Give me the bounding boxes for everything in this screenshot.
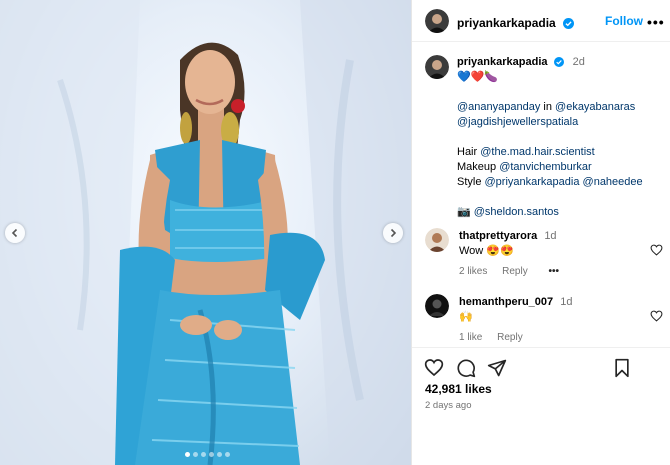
verified-badge-icon: [563, 18, 575, 29]
bookmark-icon[interactable]: [613, 358, 631, 378]
comment-icon[interactable]: [456, 358, 476, 378]
carousel-indicator: [185, 452, 230, 457]
camera-emoji: 📷: [457, 206, 474, 218]
author-username[interactable]: priyankarkapadia: [457, 16, 556, 30]
likes-count[interactable]: 42,981 likes: [425, 382, 492, 396]
mention-link[interactable]: @jagdishjewellerspatiala: [457, 116, 578, 128]
caption-emojis: 💙❤️🍆: [457, 71, 499, 83]
author-avatar[interactable]: [425, 9, 449, 33]
comment-likes-count[interactable]: 1 like: [459, 332, 482, 343]
mention-link[interactable]: @the.mad.hair.scientist: [480, 146, 595, 158]
caption-avatar[interactable]: [425, 55, 449, 79]
commenter-avatar[interactable]: [425, 228, 449, 252]
carousel-prev-button[interactable]: [5, 223, 25, 243]
post-photo: [0, 0, 411, 465]
post-caption: priyankarkapadia 2d 💙❤️🍆 @ananyapanday i…: [457, 55, 663, 220]
send-icon[interactable]: [487, 358, 507, 378]
mention-link[interactable]: @ananyapanday: [457, 101, 540, 113]
carousel-next-button[interactable]: [383, 223, 403, 243]
carousel-dot: [217, 452, 222, 457]
mention-link[interactable]: @priyankarkapadia: [485, 176, 580, 188]
comment-text: 🙌: [459, 311, 473, 323]
comment-text: Wow 😍😍: [459, 245, 514, 257]
comment-like-icon[interactable]: [650, 310, 663, 322]
post-image-area[interactable]: [0, 0, 411, 465]
chevron-right-icon: [390, 228, 397, 238]
caption-text: in: [540, 101, 556, 113]
carousel-dot: [209, 452, 214, 457]
caption-text: Makeup: [457, 161, 500, 173]
caption-text: Hair: [457, 146, 481, 158]
caption-username[interactable]: priyankarkapadia: [457, 56, 548, 68]
post-options-button[interactable]: •••: [647, 14, 665, 30]
mention-link[interactable]: @ekayabanaras: [555, 101, 635, 113]
mention-link[interactable]: @tanvichemburkar: [499, 161, 591, 173]
comment-timestamp[interactable]: 1d: [560, 296, 572, 308]
comment-like-icon[interactable]: [650, 244, 663, 256]
caption-timestamp[interactable]: 2d: [573, 56, 585, 68]
heart-icon[interactable]: [424, 358, 444, 377]
comment-likes-count[interactable]: 2 likes: [459, 266, 487, 277]
chevron-left-icon: [11, 228, 18, 238]
post-side-panel: priyankarkapadia Follow ••• priyankarkap…: [411, 0, 670, 465]
comment-options-button[interactable]: •••: [549, 266, 560, 277]
commenter-username[interactable]: thatprettyarora: [459, 230, 537, 242]
commenter-avatar[interactable]: [425, 294, 449, 318]
carousel-dot: [185, 452, 190, 457]
follow-button[interactable]: Follow: [605, 14, 643, 28]
verified-badge-icon: [553, 57, 564, 67]
comment-reply-button[interactable]: Reply: [502, 266, 528, 277]
comment-reply-button[interactable]: Reply: [497, 332, 523, 343]
mention-link[interactable]: @sheldon.santos: [474, 206, 559, 218]
carousel-dot: [225, 452, 230, 457]
carousel-dot: [193, 452, 198, 457]
comment-timestamp[interactable]: 1d: [544, 230, 556, 242]
carousel-dot: [201, 452, 206, 457]
commenter-username[interactable]: hemanthperu_007: [459, 296, 553, 308]
post-header: priyankarkapadia Follow •••: [412, 0, 670, 42]
post-timestamp[interactable]: 2 days ago: [425, 400, 471, 411]
mention-link[interactable]: @naheedee: [583, 176, 643, 188]
caption-text: Style: [457, 176, 485, 188]
